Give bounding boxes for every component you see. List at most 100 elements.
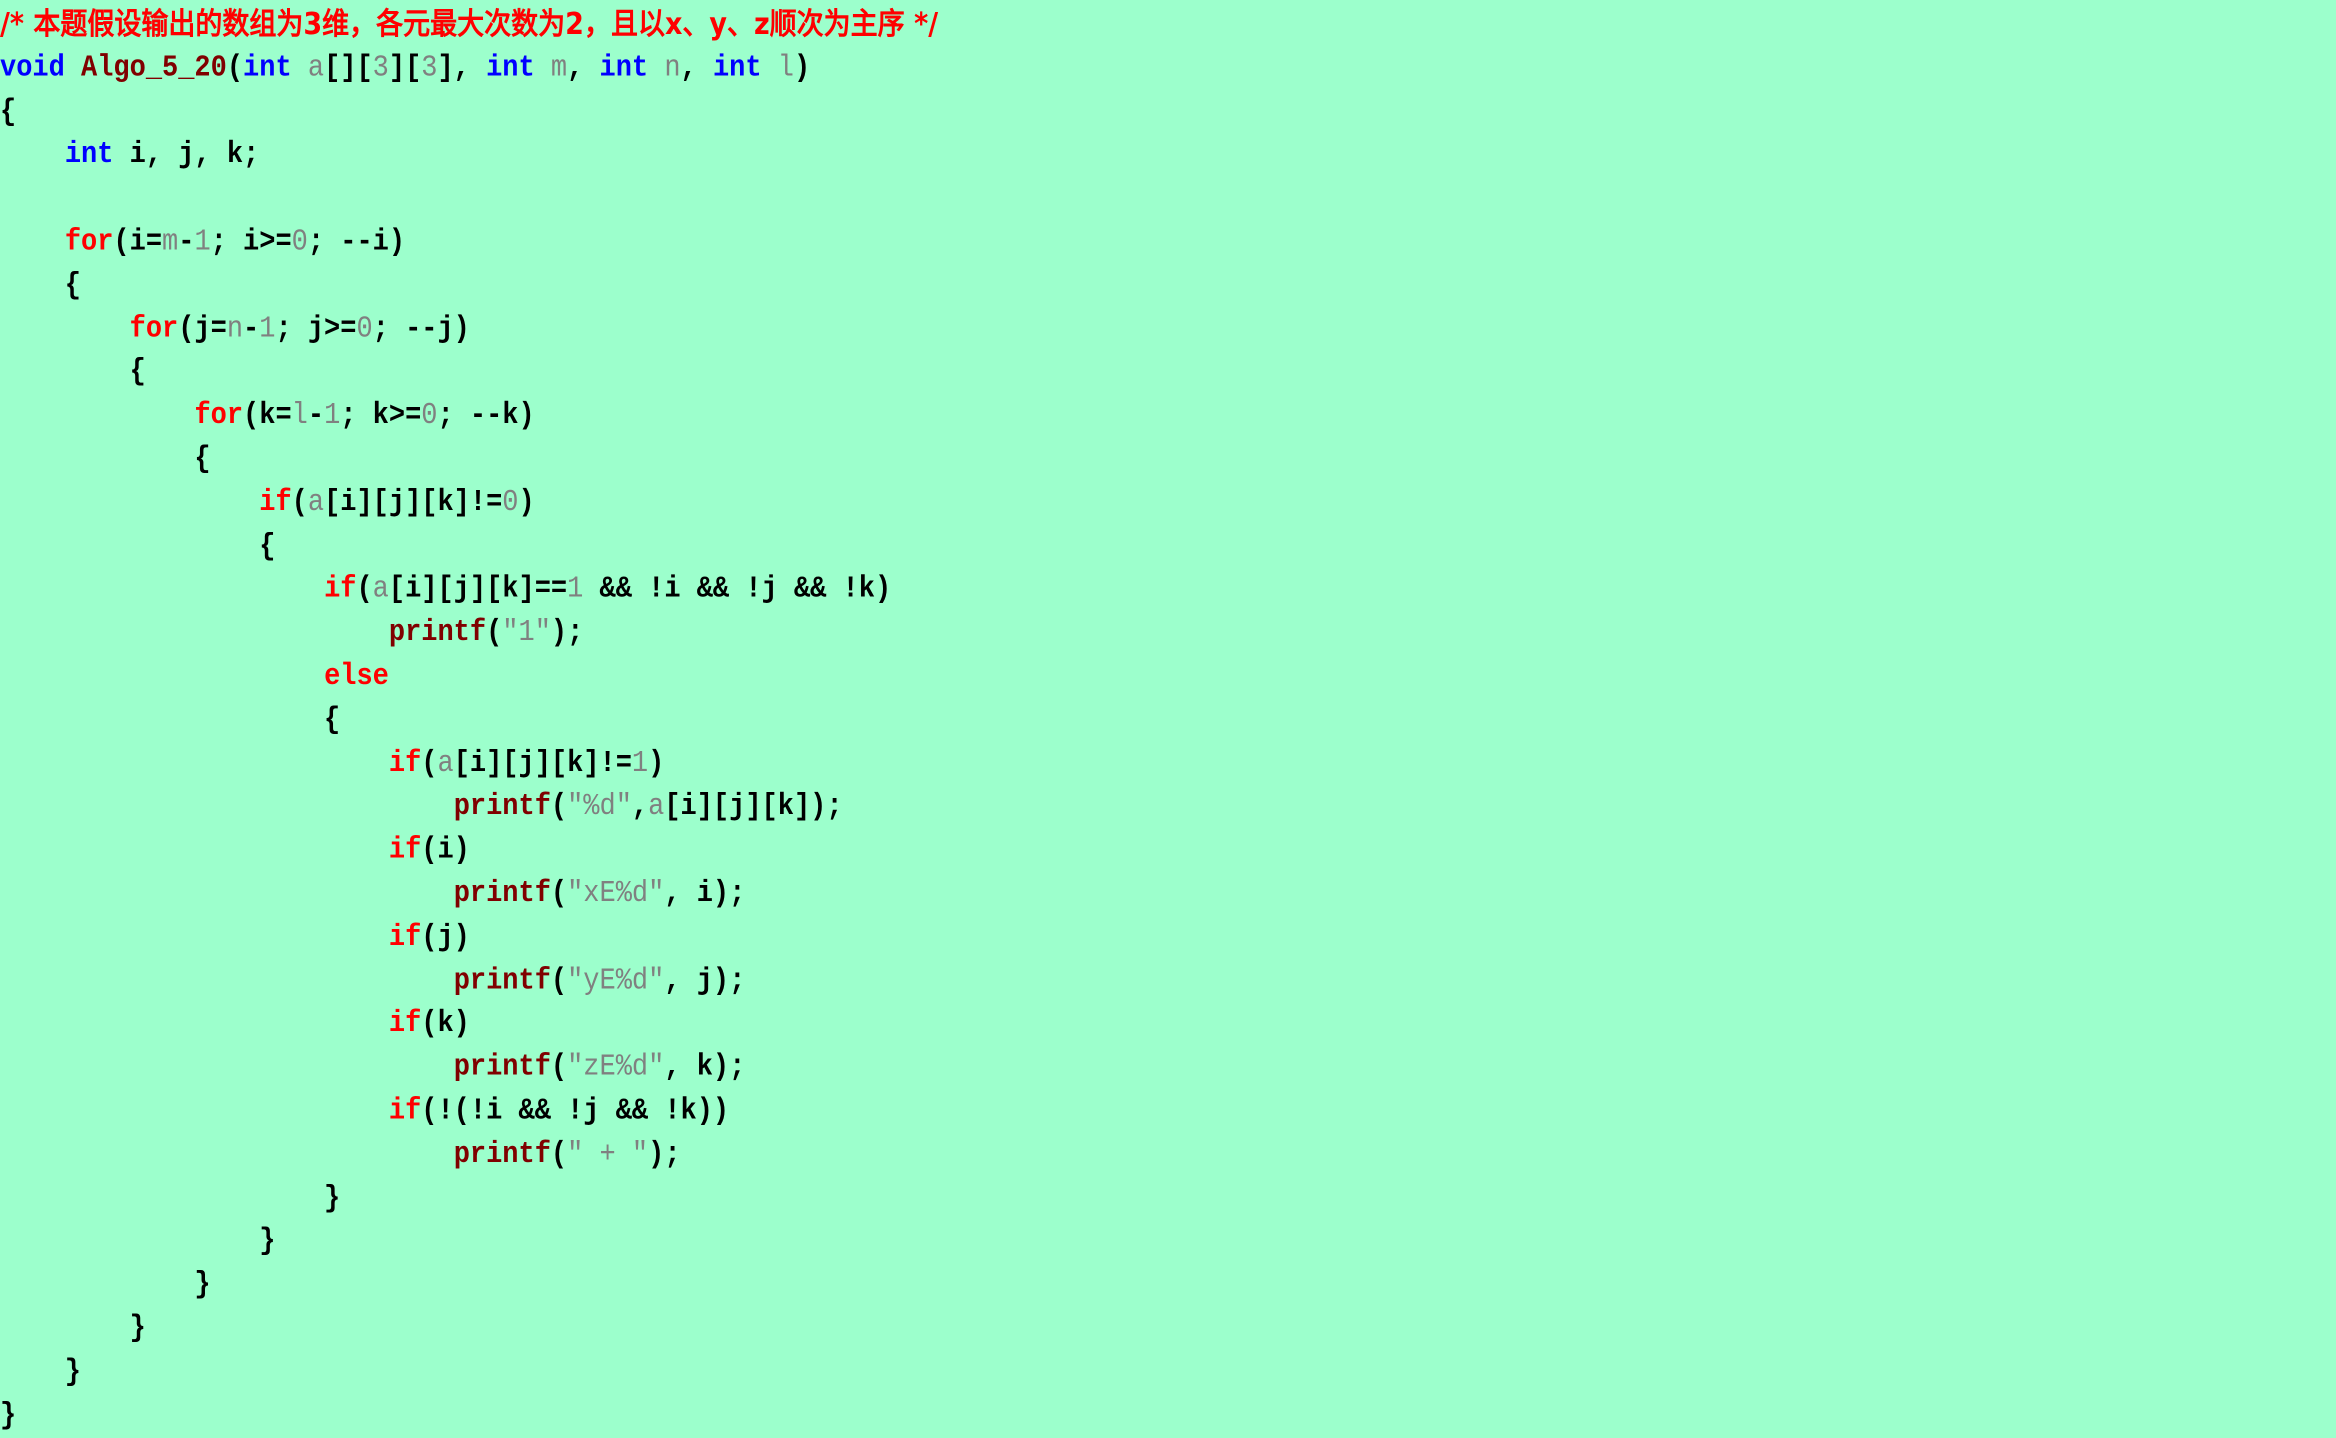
code-text: ): [793, 51, 811, 86]
identifier-or-literal: m: [550, 51, 568, 86]
code-comment: /* 本题假设输出的数组为3维，各元最大次数为2，且以x、y、z顺次为主序 */: [0, 7, 939, 43]
code-line: }: [0, 1308, 938, 1351]
identifier-or-literal: 0: [502, 486, 519, 521]
code-text: {: [0, 269, 82, 303]
code-listing: /* 本题假设输出的数组为3维，各元最大次数为2，且以x、y、z顺次为主序 */…: [0, 4, 938, 1438]
code-text: , i);: [664, 877, 746, 912]
code-text: [i][j][k]==: [388, 573, 568, 607]
type-keyword: int: [243, 51, 292, 86]
code-line: {: [0, 352, 938, 395]
code-text: (: [550, 1138, 568, 1172]
code-line: printf("yE%d", j);: [0, 960, 938, 1003]
identifier-or-literal: 3: [372, 51, 389, 86]
code-text: ; --i): [307, 225, 406, 260]
code-text: -: [307, 399, 325, 434]
type-keyword: int: [599, 51, 649, 86]
identifier-or-literal: a: [437, 747, 454, 781]
code-text: ; j>=: [275, 312, 357, 347]
code-text: (: [550, 877, 568, 912]
function-name: printf: [453, 1051, 551, 1085]
code-text: && !i && !j && !k): [583, 573, 892, 607]
code-text: ],: [437, 51, 487, 86]
code-line: int i, j, k;: [0, 134, 938, 177]
control-keyword: if: [388, 747, 422, 781]
control-keyword: for: [194, 399, 244, 434]
code-text: (: [356, 573, 373, 607]
code-line: {: [0, 525, 938, 568]
code-text: [][: [324, 51, 373, 86]
control-keyword: for: [64, 225, 114, 260]
code-line: }: [0, 1394, 938, 1437]
code-text: (k): [421, 1007, 470, 1042]
code-line: }: [0, 1177, 938, 1220]
code-line: }: [0, 1351, 938, 1394]
code-text: [i][j][k]);: [664, 790, 843, 825]
code-line: printf("1");: [0, 612, 938, 655]
code-line: if(j): [0, 917, 938, 960]
code-text: {: [0, 529, 276, 564]
code-text: }: [0, 1225, 276, 1259]
comment-line: /* 本题假设输出的数组为3维，各元最大次数为2，且以x、y、z顺次为主序 */: [0, 4, 938, 47]
code-text: (: [550, 790, 568, 825]
code-text: , k);: [664, 1051, 746, 1085]
function-name: printf: [388, 616, 487, 651]
code-text: i, j, k;: [113, 138, 260, 173]
code-text: , j);: [664, 964, 746, 999]
identifier-or-literal: 0: [291, 225, 308, 260]
function-name: printf: [453, 1138, 551, 1172]
code-text: }: [0, 1268, 211, 1303]
type-keyword: int: [64, 138, 114, 173]
code-line: {: [0, 699, 938, 742]
code-line: }: [0, 1221, 938, 1264]
identifier-or-literal: a: [307, 51, 325, 86]
code-text: (i): [421, 834, 470, 868]
code-text: (!(!i && !j && !k)): [421, 1094, 730, 1129]
code-text: }: [0, 1312, 146, 1346]
identifier-or-literal: l: [777, 51, 794, 86]
control-keyword: if: [388, 1007, 422, 1042]
function-name: printf: [453, 964, 551, 999]
code-line: {: [0, 265, 938, 308]
code-line: {: [0, 439, 938, 482]
identifier-or-literal: a: [307, 486, 325, 521]
code-text: ,: [631, 790, 649, 825]
control-keyword: for: [129, 312, 179, 347]
code-text: {: [0, 443, 211, 477]
control-keyword: else: [324, 660, 389, 694]
identifier-or-literal: m: [162, 225, 179, 260]
control-keyword: if: [259, 486, 292, 521]
code-line: printf("%d",a[i][j][k]);: [0, 786, 938, 829]
identifier-or-literal: a: [648, 790, 665, 825]
code-text: ; --j): [372, 312, 470, 347]
code-text: (: [291, 486, 308, 521]
code-text: -: [178, 225, 195, 260]
identifier-or-literal: 1: [631, 747, 649, 781]
code-line: if(!(!i && !j && !k)): [0, 1090, 938, 1133]
identifier-or-literal: " + ": [567, 1138, 649, 1172]
identifier-or-literal: "xE%d": [567, 877, 665, 912]
code-line: for(i=m-1; i>=0; --i): [0, 221, 938, 264]
identifier-or-literal: 1: [324, 399, 341, 434]
code-text: ,: [567, 51, 600, 86]
code-text: (: [550, 1051, 568, 1085]
code-line: printf(" + ");: [0, 1134, 938, 1177]
code-line: else: [0, 656, 938, 699]
code-text: [i][j][k]!=: [453, 747, 632, 781]
code-text: (i=: [113, 225, 163, 260]
code-line: }: [0, 1264, 938, 1307]
